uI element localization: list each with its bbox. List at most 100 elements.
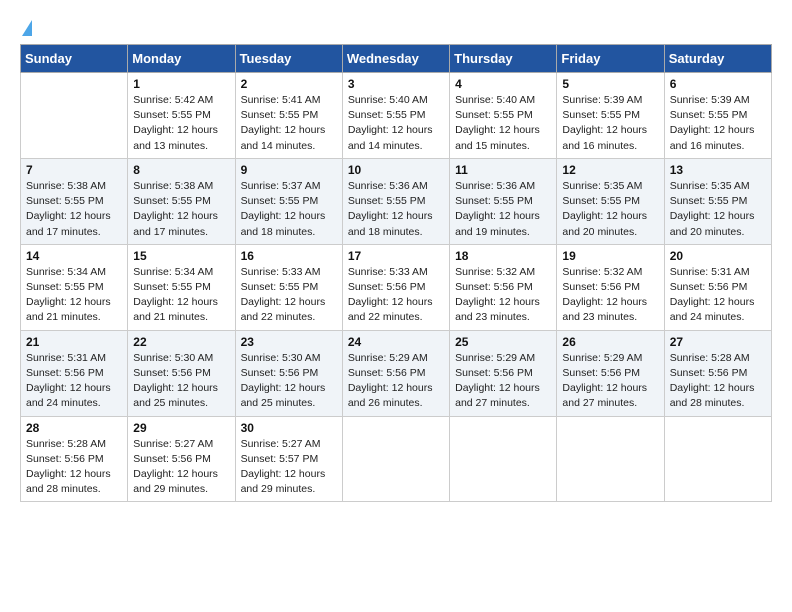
- day-info: Sunrise: 5:41 AM Sunset: 5:55 PM Dayligh…: [241, 93, 337, 154]
- day-number: 3: [348, 77, 444, 91]
- day-info: Sunrise: 5:38 AM Sunset: 5:55 PM Dayligh…: [133, 179, 229, 240]
- calendar-cell: 8 Sunrise: 5:38 AM Sunset: 5:55 PM Daylig…: [128, 158, 235, 244]
- day-info: Sunrise: 5:32 AM Sunset: 5:56 PM Dayligh…: [562, 265, 658, 326]
- calendar-table: SundayMondayTuesdayWednesdayThursdayFrid…: [20, 44, 772, 502]
- col-header-thursday: Thursday: [450, 45, 557, 73]
- calendar-week-4: 21 Sunrise: 5:31 AM Sunset: 5:56 PM Dayli…: [21, 330, 772, 416]
- day-info: Sunrise: 5:35 AM Sunset: 5:55 PM Dayligh…: [562, 179, 658, 240]
- day-info: Sunrise: 5:35 AM Sunset: 5:55 PM Dayligh…: [670, 179, 766, 240]
- day-info: Sunrise: 5:31 AM Sunset: 5:56 PM Dayligh…: [670, 265, 766, 326]
- day-number: 19: [562, 249, 658, 263]
- col-header-wednesday: Wednesday: [342, 45, 449, 73]
- col-header-sunday: Sunday: [21, 45, 128, 73]
- col-header-friday: Friday: [557, 45, 664, 73]
- day-number: 21: [26, 335, 122, 349]
- calendar-header-row: SundayMondayTuesdayWednesdayThursdayFrid…: [21, 45, 772, 73]
- calendar-cell: [664, 416, 771, 502]
- day-info: Sunrise: 5:33 AM Sunset: 5:56 PM Dayligh…: [348, 265, 444, 326]
- day-info: Sunrise: 5:33 AM Sunset: 5:55 PM Dayligh…: [241, 265, 337, 326]
- calendar-cell: 9 Sunrise: 5:37 AM Sunset: 5:55 PM Daylig…: [235, 158, 342, 244]
- calendar-cell: 10Sunrise: 5:36 AM Sunset: 5:55 PM Dayli…: [342, 158, 449, 244]
- calendar-cell: 1 Sunrise: 5:42 AM Sunset: 5:55 PM Daylig…: [128, 73, 235, 159]
- calendar-cell: 18 Sunrise: 5:32 AM Sunset: 5:56 PM Dayli…: [450, 244, 557, 330]
- day-number: 8: [133, 163, 229, 177]
- day-number: 29: [133, 421, 229, 435]
- calendar-cell: 27 Sunrise: 5:28 AM Sunset: 5:56 PM Dayli…: [664, 330, 771, 416]
- day-number: 14: [26, 249, 122, 263]
- calendar-week-3: 14 Sunrise: 5:34 AM Sunset: 5:55 PM Dayli…: [21, 244, 772, 330]
- calendar-cell: 22 Sunrise: 5:30 AM Sunset: 5:56 PM Dayli…: [128, 330, 235, 416]
- logo: [20, 20, 32, 34]
- day-info: Sunrise: 5:40 AM Sunset: 5:55 PM Dayligh…: [348, 93, 444, 154]
- day-info: Sunrise: 5:37 AM Sunset: 5:55 PM Dayligh…: [241, 179, 337, 240]
- calendar-cell: 13 Sunrise: 5:35 AM Sunset: 5:55 PM Dayli…: [664, 158, 771, 244]
- calendar-week-5: 28Sunrise: 5:28 AM Sunset: 5:56 PM Dayli…: [21, 416, 772, 502]
- day-info: Sunrise: 5:40 AM Sunset: 5:55 PM Dayligh…: [455, 93, 551, 154]
- calendar-cell: 3 Sunrise: 5:40 AM Sunset: 5:55 PM Daylig…: [342, 73, 449, 159]
- calendar-cell: 4 Sunrise: 5:40 AM Sunset: 5:55 PM Daylig…: [450, 73, 557, 159]
- day-info: Sunrise: 5:30 AM Sunset: 5:56 PM Dayligh…: [241, 351, 337, 412]
- day-info: Sunrise: 5:38 AM Sunset: 5:55 PM Dayligh…: [26, 179, 122, 240]
- day-info: Sunrise: 5:28 AM Sunset: 5:56 PM Dayligh…: [26, 437, 122, 498]
- day-number: 20: [670, 249, 766, 263]
- calendar-cell: 7 Sunrise: 5:38 AM Sunset: 5:55 PM Daylig…: [21, 158, 128, 244]
- calendar-cell: 24 Sunrise: 5:29 AM Sunset: 5:56 PM Dayli…: [342, 330, 449, 416]
- day-info: Sunrise: 5:31 AM Sunset: 5:56 PM Dayligh…: [26, 351, 122, 412]
- col-header-monday: Monday: [128, 45, 235, 73]
- day-number: 13: [670, 163, 766, 177]
- calendar-cell: 21 Sunrise: 5:31 AM Sunset: 5:56 PM Dayli…: [21, 330, 128, 416]
- day-info: Sunrise: 5:39 AM Sunset: 5:55 PM Dayligh…: [670, 93, 766, 154]
- day-number: 1: [133, 77, 229, 91]
- day-number: 27: [670, 335, 766, 349]
- day-info: Sunrise: 5:27 AM Sunset: 5:56 PM Dayligh…: [133, 437, 229, 498]
- day-number: 16: [241, 249, 337, 263]
- day-info: Sunrise: 5:32 AM Sunset: 5:56 PM Dayligh…: [455, 265, 551, 326]
- day-number: 6: [670, 77, 766, 91]
- calendar-cell: 14Sunrise: 5:34 AM Sunset: 5:55 PM Dayli…: [21, 244, 128, 330]
- calendar-week-2: 7 Sunrise: 5:38 AM Sunset: 5:55 PM Daylig…: [21, 158, 772, 244]
- day-info: Sunrise: 5:29 AM Sunset: 5:56 PM Dayligh…: [562, 351, 658, 412]
- calendar-cell: 28Sunrise: 5:28 AM Sunset: 5:56 PM Dayli…: [21, 416, 128, 502]
- calendar-cell: 19 Sunrise: 5:32 AM Sunset: 5:56 PM Dayli…: [557, 244, 664, 330]
- day-info: Sunrise: 5:28 AM Sunset: 5:56 PM Dayligh…: [670, 351, 766, 412]
- day-number: 22: [133, 335, 229, 349]
- calendar-cell: 23 Sunrise: 5:30 AM Sunset: 5:56 PM Dayli…: [235, 330, 342, 416]
- day-info: Sunrise: 5:36 AM Sunset: 5:55 PM Dayligh…: [455, 179, 551, 240]
- calendar-cell: 2 Sunrise: 5:41 AM Sunset: 5:55 PM Daylig…: [235, 73, 342, 159]
- day-info: Sunrise: 5:34 AM Sunset: 5:55 PM Dayligh…: [133, 265, 229, 326]
- day-number: 10: [348, 163, 444, 177]
- calendar-cell: 30Sunrise: 5:27 AM Sunset: 5:57 PM Dayli…: [235, 416, 342, 502]
- calendar-week-1: 1 Sunrise: 5:42 AM Sunset: 5:55 PM Daylig…: [21, 73, 772, 159]
- calendar-cell: 6 Sunrise: 5:39 AM Sunset: 5:55 PM Daylig…: [664, 73, 771, 159]
- day-number: 4: [455, 77, 551, 91]
- calendar-cell: [21, 73, 128, 159]
- day-number: 24: [348, 335, 444, 349]
- calendar-cell: 16 Sunrise: 5:33 AM Sunset: 5:55 PM Dayli…: [235, 244, 342, 330]
- calendar-cell: 5Sunrise: 5:39 AM Sunset: 5:55 PM Daylig…: [557, 73, 664, 159]
- calendar-cell: [557, 416, 664, 502]
- calendar-cell: 17Sunrise: 5:33 AM Sunset: 5:56 PM Dayli…: [342, 244, 449, 330]
- day-number: 15: [133, 249, 229, 263]
- day-number: 11: [455, 163, 551, 177]
- day-number: 5: [562, 77, 658, 91]
- day-info: Sunrise: 5:29 AM Sunset: 5:56 PM Dayligh…: [348, 351, 444, 412]
- calendar-cell: 15 Sunrise: 5:34 AM Sunset: 5:55 PM Dayli…: [128, 244, 235, 330]
- calendar-cell: 29 Sunrise: 5:27 AM Sunset: 5:56 PM Dayli…: [128, 416, 235, 502]
- calendar-cell: [450, 416, 557, 502]
- calendar-cell: 26 Sunrise: 5:29 AM Sunset: 5:56 PM Dayli…: [557, 330, 664, 416]
- day-number: 7: [26, 163, 122, 177]
- day-info: Sunrise: 5:30 AM Sunset: 5:56 PM Dayligh…: [133, 351, 229, 412]
- day-info: Sunrise: 5:29 AM Sunset: 5:56 PM Dayligh…: [455, 351, 551, 412]
- day-number: 12: [562, 163, 658, 177]
- day-number: 2: [241, 77, 337, 91]
- calendar-cell: 11 Sunrise: 5:36 AM Sunset: 5:55 PM Dayli…: [450, 158, 557, 244]
- day-info: Sunrise: 5:42 AM Sunset: 5:55 PM Dayligh…: [133, 93, 229, 154]
- day-number: 26: [562, 335, 658, 349]
- day-number: 9: [241, 163, 337, 177]
- calendar-cell: 12 Sunrise: 5:35 AM Sunset: 5:55 PM Dayli…: [557, 158, 664, 244]
- day-number: 23: [241, 335, 337, 349]
- day-number: 18: [455, 249, 551, 263]
- calendar-cell: 20 Sunrise: 5:31 AM Sunset: 5:56 PM Dayli…: [664, 244, 771, 330]
- calendar-cell: 25Sunrise: 5:29 AM Sunset: 5:56 PM Dayli…: [450, 330, 557, 416]
- col-header-tuesday: Tuesday: [235, 45, 342, 73]
